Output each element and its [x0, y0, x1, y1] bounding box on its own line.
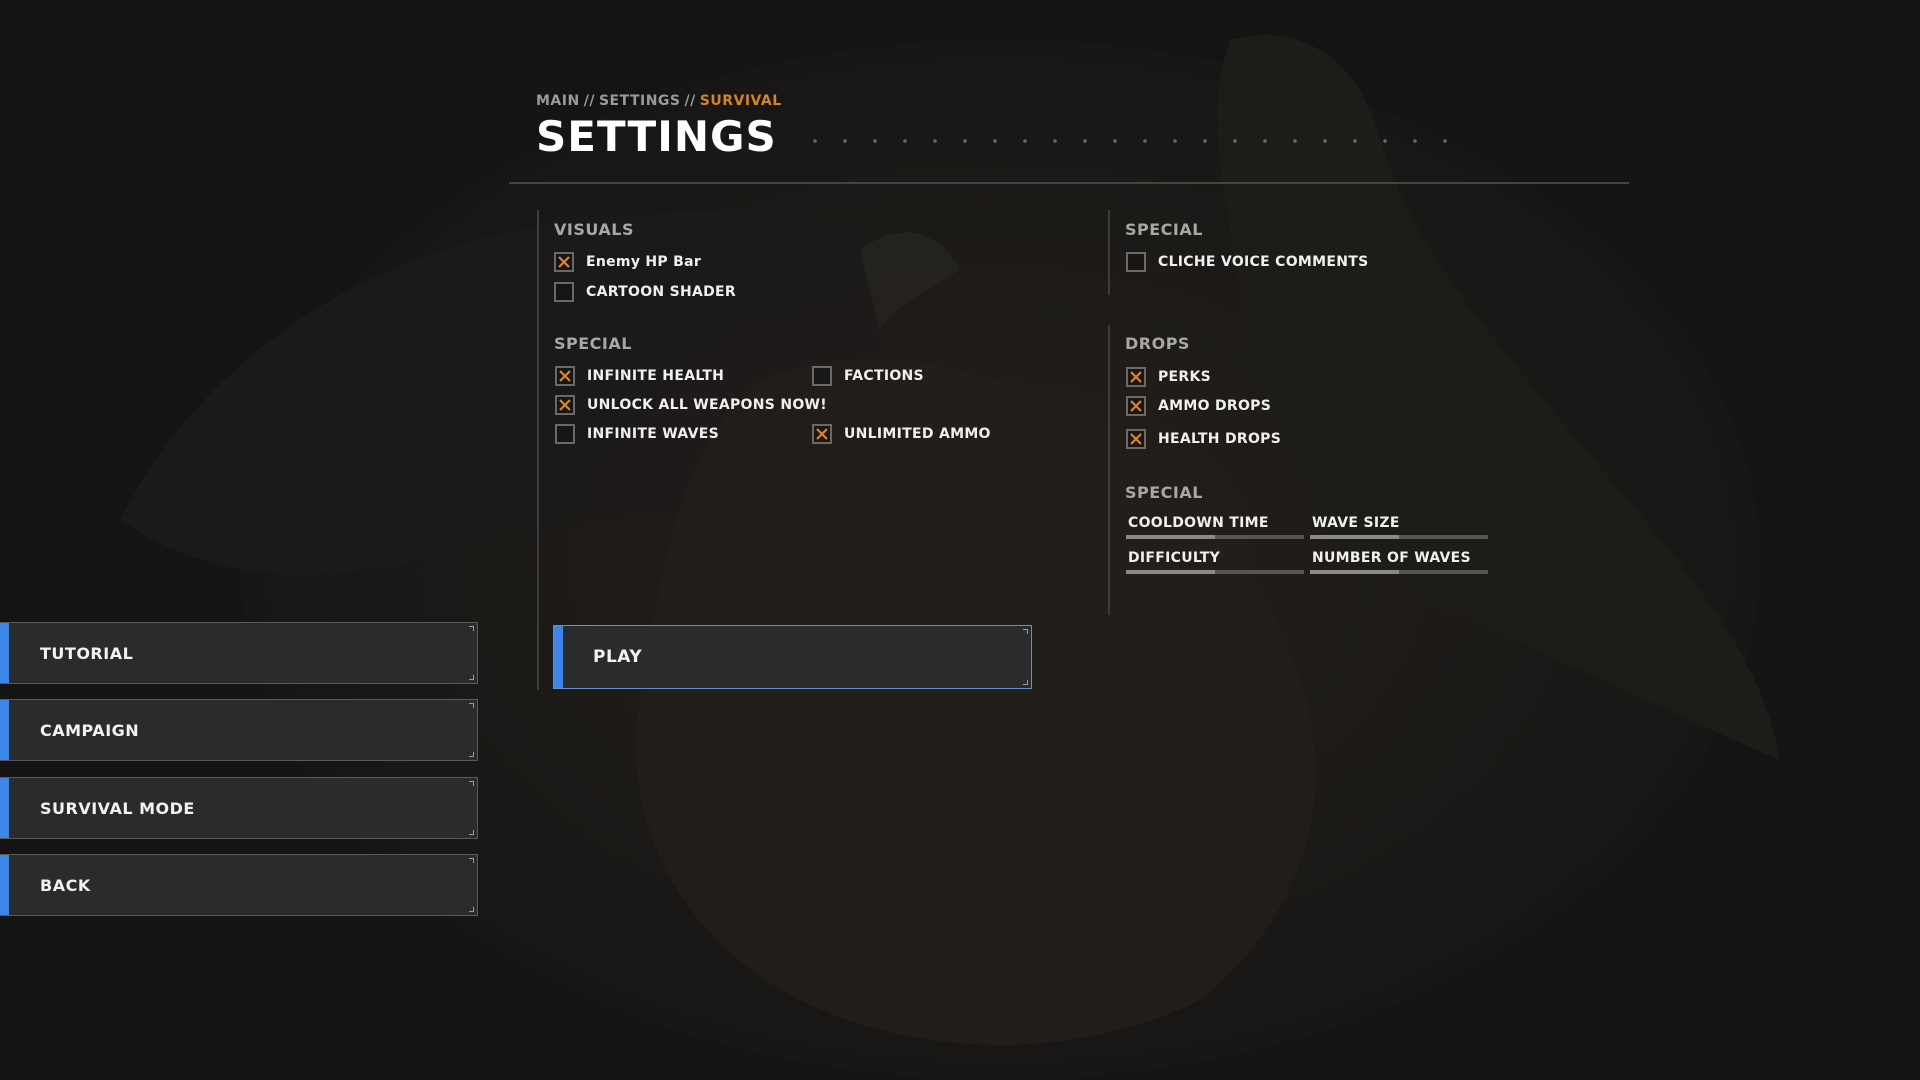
option-label: UNLOCK ALL WEAPONS NOW!	[587, 397, 827, 413]
checkbox[interactable]	[812, 366, 832, 386]
option-health-drops[interactable]: HEALTH DROPS	[1126, 429, 1281, 449]
breadcrumb-current: SURVIVAL	[699, 93, 782, 109]
menu-item-survival-mode[interactable]: SURVIVAL MODE	[0, 777, 478, 839]
slider-difficulty[interactable]: DIFFICULTY	[1126, 550, 1304, 574]
check-x-icon	[559, 370, 571, 382]
option-label: HEALTH DROPS	[1158, 431, 1282, 447]
option-factions[interactable]: FACTIONS	[812, 366, 924, 386]
check-x-icon	[1130, 400, 1142, 412]
checkbox[interactable]	[555, 424, 575, 444]
option-label: CARTOON SHADER	[586, 284, 737, 300]
corner-mark	[469, 703, 474, 708]
breadcrumb-main[interactable]: MAIN	[536, 93, 580, 109]
corner-mark	[1023, 629, 1028, 634]
button-accent-bar	[554, 626, 563, 688]
check-x-icon	[559, 399, 571, 411]
creature-background	[0, 0, 1920, 1080]
drops-section-title: DROPS	[1125, 334, 1190, 353]
checkbox[interactable]	[1126, 429, 1146, 449]
header-divider	[509, 182, 1629, 184]
slider-fill	[1310, 570, 1399, 574]
option-cartoon-shader[interactable]: CARTOON SHADER	[554, 282, 736, 302]
visuals-section-title: VISUALS	[554, 220, 634, 239]
option-label: FACTIONS	[844, 368, 924, 384]
slider-label: WAVE SIZE	[1312, 515, 1400, 531]
option-label: UNLIMITED AMMO	[844, 426, 991, 442]
option-label: INFINITE HEALTH	[587, 368, 725, 384]
slider-fill	[1310, 535, 1399, 539]
corner-mark	[469, 626, 474, 631]
check-x-icon	[558, 256, 570, 268]
option-label: AMMO DROPS	[1158, 398, 1272, 414]
menu-item-back[interactable]: BACK	[0, 854, 478, 916]
checkbox[interactable]	[1126, 367, 1146, 387]
breadcrumb-settings[interactable]: SETTINGS	[599, 93, 681, 109]
slider-track[interactable]	[1126, 535, 1304, 539]
option-cliche-voice-comments[interactable]: CLICHE VOICE COMMENTS	[1126, 252, 1369, 272]
option-label: INFINITE WAVES	[587, 426, 719, 442]
right-column-divider-top	[1108, 210, 1110, 295]
option-label: CLICHE VOICE COMMENTS	[1158, 254, 1369, 270]
slider-number-of-waves[interactable]: NUMBER OF WAVES	[1310, 550, 1488, 574]
breadcrumb-separator: //	[583, 93, 595, 109]
special-sliders-section-title: SPECIAL	[1125, 483, 1203, 502]
special-right-section-title: SPECIAL	[1125, 220, 1203, 239]
menu-item-label: CAMPAIGN	[40, 720, 140, 740]
menu-item-label: SURVIVAL MODE	[40, 798, 195, 818]
option-unlock-all-weapons[interactable]: UNLOCK ALL WEAPONS NOW!	[555, 395, 827, 415]
button-accent-bar	[0, 623, 9, 683]
menu-item-tutorial[interactable]: TUTORIAL	[0, 622, 478, 684]
corner-mark	[469, 752, 474, 757]
check-x-icon	[1130, 433, 1142, 445]
corner-mark	[469, 830, 474, 835]
title-dotted-line	[800, 139, 1470, 143]
corner-mark	[469, 781, 474, 786]
option-ammo-drops[interactable]: AMMO DROPS	[1126, 396, 1271, 416]
option-infinite-waves[interactable]: INFINITE WAVES	[555, 424, 719, 444]
option-label: Enemy HP Bar	[586, 254, 702, 270]
slider-track[interactable]	[1126, 570, 1304, 574]
special-section-title: SPECIAL	[554, 334, 632, 353]
button-accent-bar	[0, 855, 9, 915]
check-x-icon	[816, 428, 828, 440]
checkbox[interactable]	[1126, 396, 1146, 416]
checkbox[interactable]	[812, 424, 832, 444]
play-button[interactable]: PLAY	[553, 625, 1032, 689]
checkbox[interactable]	[554, 282, 574, 302]
checkbox[interactable]	[1126, 252, 1146, 272]
checkbox[interactable]	[555, 395, 575, 415]
checkbox[interactable]	[554, 252, 574, 272]
option-unlimited-ammo[interactable]: UNLIMITED AMMO	[812, 424, 991, 444]
page-title: SETTINGS	[536, 112, 777, 161]
right-column-divider-bottom	[1108, 325, 1110, 615]
option-infinite-health[interactable]: INFINITE HEALTH	[555, 366, 724, 386]
slider-fill	[1126, 570, 1215, 574]
slider-fill	[1126, 535, 1215, 539]
menu-item-label: TUTORIAL	[40, 643, 134, 663]
menu-item-campaign[interactable]: CAMPAIGN	[0, 699, 478, 761]
button-accent-bar	[0, 778, 9, 838]
slider-label: COOLDOWN TIME	[1128, 515, 1269, 531]
play-button-label: PLAY	[593, 647, 643, 667]
slider-label: DIFFICULTY	[1128, 550, 1221, 566]
button-accent-bar	[0, 700, 9, 760]
checkbox[interactable]	[555, 366, 575, 386]
corner-mark	[1023, 680, 1028, 685]
option-label: PERKS	[1158, 369, 1212, 385]
corner-mark	[469, 907, 474, 912]
breadcrumb: MAIN//SETTINGS//SURVIVAL	[536, 93, 782, 109]
check-x-icon	[1130, 371, 1142, 383]
slider-label: NUMBER OF WAVES	[1312, 550, 1471, 566]
left-column-divider	[537, 210, 539, 690]
corner-mark	[469, 675, 474, 680]
slider-wave-size[interactable]: WAVE SIZE	[1310, 515, 1488, 539]
option-enemy-hp-bar[interactable]: Enemy HP Bar	[554, 252, 701, 272]
slider-track[interactable]	[1310, 535, 1488, 539]
slider-cooldown-time[interactable]: COOLDOWN TIME	[1126, 515, 1304, 539]
breadcrumb-separator: //	[684, 93, 696, 109]
corner-mark	[469, 858, 474, 863]
option-perks[interactable]: PERKS	[1126, 367, 1211, 387]
menu-item-label: BACK	[40, 875, 91, 895]
slider-track[interactable]	[1310, 570, 1488, 574]
